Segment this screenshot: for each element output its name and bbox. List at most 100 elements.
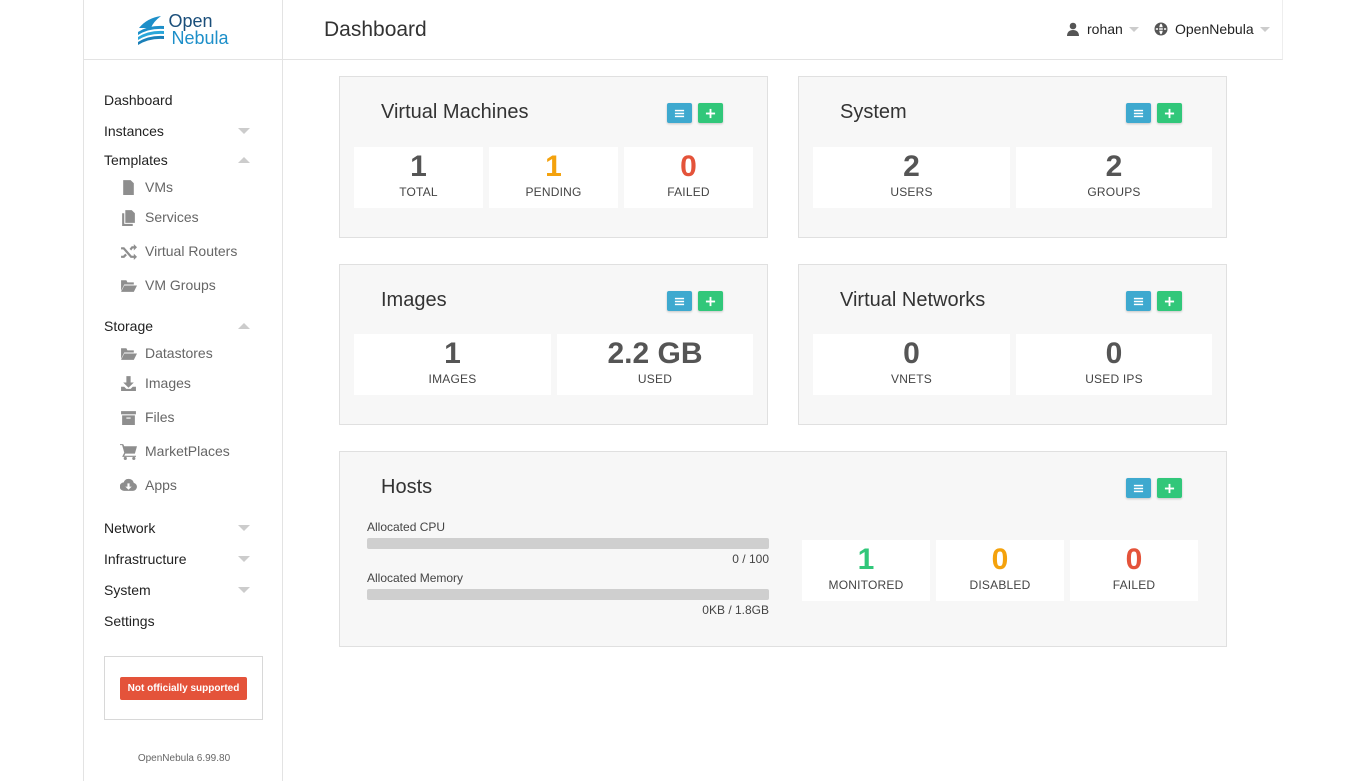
vnets-used-ips-stat[interactable]: 0 USED IPS — [1016, 334, 1212, 395]
sidebar-item-settings[interactable]: Settings — [84, 605, 284, 636]
plus-icon — [1164, 483, 1175, 493]
cloud-download-icon — [118, 476, 138, 494]
support-box: Not officially supported — [104, 656, 263, 720]
sidebar-subitem-services[interactable]: Services — [84, 200, 284, 234]
folder-open-icon — [118, 344, 138, 362]
images-add-button[interactable] — [698, 291, 723, 311]
vnets-list-button[interactable] — [1126, 291, 1151, 311]
cpu-bar — [367, 538, 769, 549]
panel-title: Virtual Machines — [381, 101, 529, 123]
chevron-down-icon — [238, 586, 250, 593]
files-icon — [118, 208, 138, 226]
user-name: rohan — [1087, 21, 1123, 37]
sidebar-item-templates[interactable]: Templates — [84, 146, 284, 174]
sidebar-subitem-vm-groups[interactable]: VM Groups — [84, 268, 284, 302]
chevron-down-icon — [238, 524, 250, 531]
vnets-count-stat[interactable]: 0 VNETS — [813, 334, 1010, 395]
hosts-monitored-stat[interactable]: 1 MONITORED — [802, 540, 930, 601]
hosts-list-button[interactable] — [1126, 478, 1151, 498]
vms-add-button[interactable] — [698, 103, 723, 123]
stat-value: 2.2 GB — [607, 337, 703, 370]
vms-list-button[interactable] — [667, 103, 692, 123]
sidebar-item-infrastructure[interactable]: Infrastructure — [84, 543, 284, 574]
stat-label: GROUPS — [1087, 185, 1141, 199]
random-icon — [118, 242, 138, 260]
vnets-add-button[interactable] — [1157, 291, 1182, 311]
hosts-panel: Hosts Allocated CPU 0 / 100 Allocated Me… — [339, 451, 1227, 647]
images-used-stat[interactable]: 2.2 GB USED — [557, 334, 753, 395]
file-icon — [118, 178, 138, 196]
hosts-failed-stat[interactable]: 0 FAILED — [1070, 540, 1198, 601]
stat-value: 0 — [991, 543, 1009, 576]
chevron-up-icon — [238, 323, 250, 329]
stat-label: VNETS — [890, 372, 932, 386]
panel-title: Virtual Networks — [840, 289, 986, 311]
sidebar-subitem-vms[interactable]: VMs — [84, 174, 284, 200]
sidebar-subitem-label: Services — [145, 209, 199, 225]
sidebar-item-network[interactable]: Network — [84, 512, 284, 543]
vnets-panel: Virtual Networks 0 VNETS 0 USED IPS — [798, 264, 1227, 425]
sidebar-item-instances[interactable]: Instances — [84, 115, 284, 146]
sidebar-subitem-label: VM Groups — [145, 277, 216, 293]
system-users-stat[interactable]: 2 USERS — [813, 147, 1010, 208]
images-count-stat[interactable]: 1 IMAGES — [354, 334, 551, 395]
vms-pending-stat[interactable]: 1 PENDING — [489, 147, 618, 208]
zone-menu[interactable]: OpenNebula — [1154, 21, 1270, 37]
plus-icon — [1164, 108, 1175, 118]
version-label: OpenNebula 6.99.80 — [137, 753, 231, 764]
opennebula-logo-icon — [138, 15, 165, 45]
stat-value: 1 — [857, 543, 875, 576]
stat-value: 0 — [903, 337, 920, 370]
stat-label: FAILED — [667, 185, 710, 199]
sidebar-subitem-files[interactable]: Files — [84, 400, 284, 434]
shopping-cart-icon — [118, 442, 138, 460]
sidebar-subitem-images[interactable]: Images — [84, 366, 284, 400]
cpu-label: Allocated CPU — [367, 520, 446, 534]
stat-value: 2 — [903, 150, 920, 183]
system-add-button[interactable] — [1157, 103, 1182, 123]
stat-value: 1 — [545, 150, 562, 183]
images-list-button[interactable] — [667, 291, 692, 311]
chevron-down-icon — [238, 555, 250, 562]
stat-label: TOTAL — [399, 185, 438, 199]
sidebar-menu: Dashboard Instances Templates VMs Servic… — [84, 84, 284, 636]
sidebar-item-label: Instances — [104, 122, 164, 139]
sidebar-subitem-label: Apps — [145, 477, 177, 493]
hosts-add-button[interactable] — [1157, 478, 1182, 498]
vms-total-stat[interactable]: 1 TOTAL — [354, 147, 483, 208]
logo-line-1: Open — [168, 10, 213, 31]
stat-value: 2 — [1105, 150, 1123, 183]
sidebar-item-label: Dashboard — [104, 91, 173, 108]
list-icon — [1133, 484, 1144, 492]
page-title: Dashboard — [324, 18, 427, 41]
sidebar-item-system[interactable]: System — [84, 574, 284, 605]
memory-value: 0KB / 1.8GB — [702, 603, 769, 617]
list-icon — [1133, 109, 1144, 117]
zone-name: OpenNebula — [1175, 21, 1254, 37]
plus-icon — [705, 108, 716, 118]
chevron-up-icon — [238, 157, 250, 163]
user-menu[interactable]: rohan — [1066, 21, 1139, 37]
sidebar-subitem-marketplaces[interactable]: MarketPlaces — [84, 434, 284, 468]
sidebar-subitem-label: Virtual Routers — [145, 243, 238, 259]
vms-failed-stat[interactable]: 0 FAILED — [624, 147, 753, 208]
panel-title: Images — [381, 289, 447, 311]
stat-label: USED — [637, 372, 673, 386]
hosts-disabled-stat[interactable]: 0 DISABLED — [936, 540, 1064, 601]
stat-label: USED IPS — [1085, 372, 1143, 386]
sidebar-item-dashboard[interactable]: Dashboard — [84, 84, 284, 115]
sidebar-item-storage[interactable]: Storage — [84, 312, 284, 340]
sidebar: Open Nebula Dashboard Instances Template… — [83, 0, 283, 781]
sidebar-subitem-datastores[interactable]: Datastores — [84, 340, 284, 366]
system-list-button[interactable] — [1126, 103, 1151, 123]
list-icon — [674, 297, 685, 305]
sidebar-item-label: System — [104, 581, 151, 598]
stat-value: 0 — [1105, 337, 1123, 370]
sidebar-item-label: Infrastructure — [104, 550, 187, 567]
stat-label: MONITORED — [828, 578, 904, 592]
sidebar-subitem-apps[interactable]: Apps — [84, 468, 284, 502]
sidebar-subitem-virtual-routers[interactable]: Virtual Routers — [84, 234, 284, 268]
panel-title: Hosts — [381, 476, 433, 498]
logo[interactable]: Open Nebula — [84, 0, 282, 60]
system-groups-stat[interactable]: 2 GROUPS — [1016, 147, 1212, 208]
